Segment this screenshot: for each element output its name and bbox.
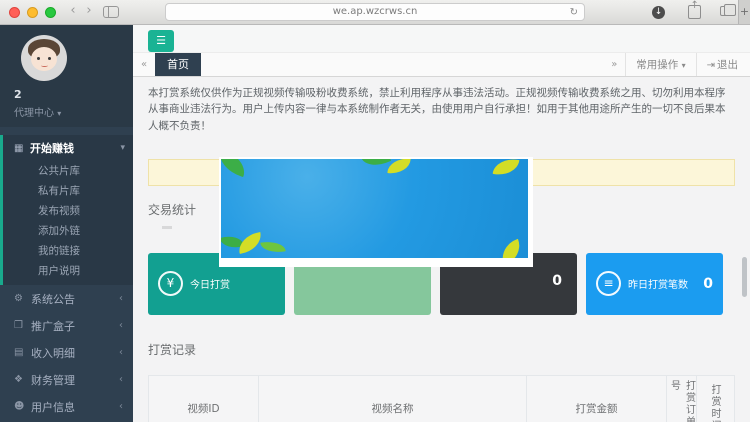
address-bar[interactable]: we.ap.wzcrws.cn ↻ — [165, 3, 585, 21]
profile-block: 2 代理中心 ▾ — [0, 25, 133, 127]
section-divider — [162, 226, 172, 229]
tabs-scroll-left-icon[interactable]: « — [133, 53, 155, 76]
tab-home[interactable]: 首页 — [155, 53, 201, 76]
sidebar-item-system-announcements[interactable]: ⚙ 系统公告 ‹ — [0, 285, 133, 312]
chevron-left-icon: ‹ — [119, 401, 123, 412]
top-strip: ☰ — [133, 25, 750, 53]
chevron-left-icon: ‹ — [119, 347, 123, 358]
chevron-down-icon: ▾ — [682, 61, 686, 70]
column-header-video-name: 视频名称 — [259, 376, 527, 422]
box-icon: ❒ — [14, 320, 31, 331]
share-icon[interactable] — [688, 5, 701, 19]
menu-group-start-earning: ▦ 开始赚钱 ▾ 公共片库 私有片库 发布视频 添加外链 我的链接 用户说明 — [0, 135, 133, 285]
leaf-icon — [361, 159, 391, 172]
common-operations-dropdown[interactable]: 常用操作 ▾ — [625, 53, 695, 76]
browser-back-icon[interactable]: ‹ — [66, 3, 80, 18]
new-tab-button[interactable]: + — [738, 0, 750, 24]
column-header-reward-time: 打赏时间 — [697, 376, 732, 422]
chevron-down-icon: ▾ — [120, 143, 125, 153]
sidebar-item-user-guide[interactable]: 用户说明 — [3, 261, 133, 281]
show-tabs-icon[interactable] — [720, 6, 730, 16]
yen-circle-icon: ¥ — [158, 271, 183, 296]
browser-chrome: ‹ › we.ap.wzcrws.cn ↻ ↓ + — [0, 0, 750, 25]
column-header-order-no: 打赏订单号 — [667, 376, 697, 422]
browser-forward-icon[interactable]: › — [82, 3, 96, 18]
leaf-icon — [387, 159, 410, 175]
finance-icon: ❖ — [14, 374, 31, 385]
username: 2 — [14, 88, 133, 101]
sidebar-item-finance-management[interactable]: ❖ 财务管理 ‹ — [0, 366, 133, 393]
chevron-left-icon: ‹ — [119, 320, 123, 331]
sidebar-item-my-links[interactable]: 我的链接 — [3, 241, 133, 261]
zoom-window-button[interactable] — [45, 7, 56, 18]
stat-card-yesterday-count[interactable]: ≡ 昨日打赏笔数 0 — [586, 253, 723, 315]
sidebar-item-start-earning[interactable]: ▦ 开始赚钱 ▾ — [3, 135, 133, 161]
chevron-left-icon: ‹ — [119, 374, 123, 385]
list-circle-icon: ≡ — [596, 271, 621, 296]
list-icon: ▤ — [14, 347, 31, 358]
reward-records-table: 视频ID 视频名称 打赏金额 打赏订单号 打赏时间 — [148, 375, 735, 422]
leaf-icon — [260, 239, 285, 254]
downloads-icon[interactable]: ↓ — [652, 6, 665, 19]
column-header-reward-amount: 打赏金额 — [527, 376, 667, 422]
tabs-scroll-right-icon[interactable]: » — [603, 53, 625, 76]
grid-icon: ▦ — [14, 143, 30, 154]
sidebar-toggle-icon[interactable] — [103, 6, 119, 18]
section-title-reward-records: 打赏记录 — [148, 341, 735, 358]
overlay-blue-panel — [221, 159, 528, 258]
url-text: we.ap.wzcrws.cn — [333, 6, 418, 17]
close-window-button[interactable] — [9, 7, 20, 18]
vertical-scrollbar[interactable] — [742, 257, 747, 297]
minimize-window-button[interactable] — [27, 7, 38, 18]
sidebar-item-publish-video[interactable]: 发布视频 — [3, 201, 133, 221]
browser-window: ‹ › we.ap.wzcrws.cn ↻ ↓ + 2 — [0, 0, 750, 422]
role-dropdown[interactable]: 代理中心 ▾ — [14, 104, 133, 119]
chevron-down-icon: ▾ — [57, 109, 61, 118]
sidebar-item-promotion-box[interactable]: ❒ 推广盒子 ‹ — [0, 312, 133, 339]
sidebar-item-user-info[interactable]: ☻ 用户信息 ‹ — [0, 393, 133, 420]
logout-button[interactable]: ⇥退出 — [696, 53, 750, 76]
user-icon: ☻ — [14, 401, 31, 412]
disclaimer-text: 本打赏系统仅供作为正规视频传输吸粉收费系统，禁止利用程序从事违法活动。正规视频传… — [148, 85, 735, 134]
leaf-icon — [221, 159, 249, 177]
sidebar-item-income-details[interactable]: ▤ 收入明细 ‹ — [0, 339, 133, 366]
sidebar-item-add-external-link[interactable]: 添加外链 — [3, 221, 133, 241]
leaf-icon — [497, 239, 525, 258]
chevron-left-icon: ‹ — [119, 293, 123, 304]
table-header-row: 视频ID 视频名称 打赏金额 打赏订单号 打赏时间 — [149, 376, 734, 422]
censor-overlay-image — [219, 157, 533, 267]
sidebar: 2 代理中心 ▾ ▦ 开始赚钱 ▾ 公共片库 私有片库 发布视频 — [0, 25, 133, 422]
sidebar-menu: ▦ 开始赚钱 ▾ 公共片库 私有片库 发布视频 添加外链 我的链接 用户说明 ⚙… — [0, 135, 133, 420]
column-header-video-id: 视频ID — [149, 376, 259, 422]
gear-icon: ⚙ — [14, 293, 31, 304]
sidebar-item-private-library[interactable]: 私有片库 — [3, 181, 133, 201]
sidebar-item-public-library[interactable]: 公共片库 — [3, 161, 133, 181]
avatar[interactable] — [21, 35, 67, 81]
exit-icon: ⇥ — [707, 60, 715, 71]
page-tab-bar: « 首页 » 常用操作 ▾ ⇥退出 — [133, 53, 750, 77]
reload-icon[interactable]: ↻ — [570, 5, 578, 21]
leaf-icon — [493, 159, 520, 178]
hamburger-menu-button[interactable]: ☰ — [148, 30, 174, 52]
